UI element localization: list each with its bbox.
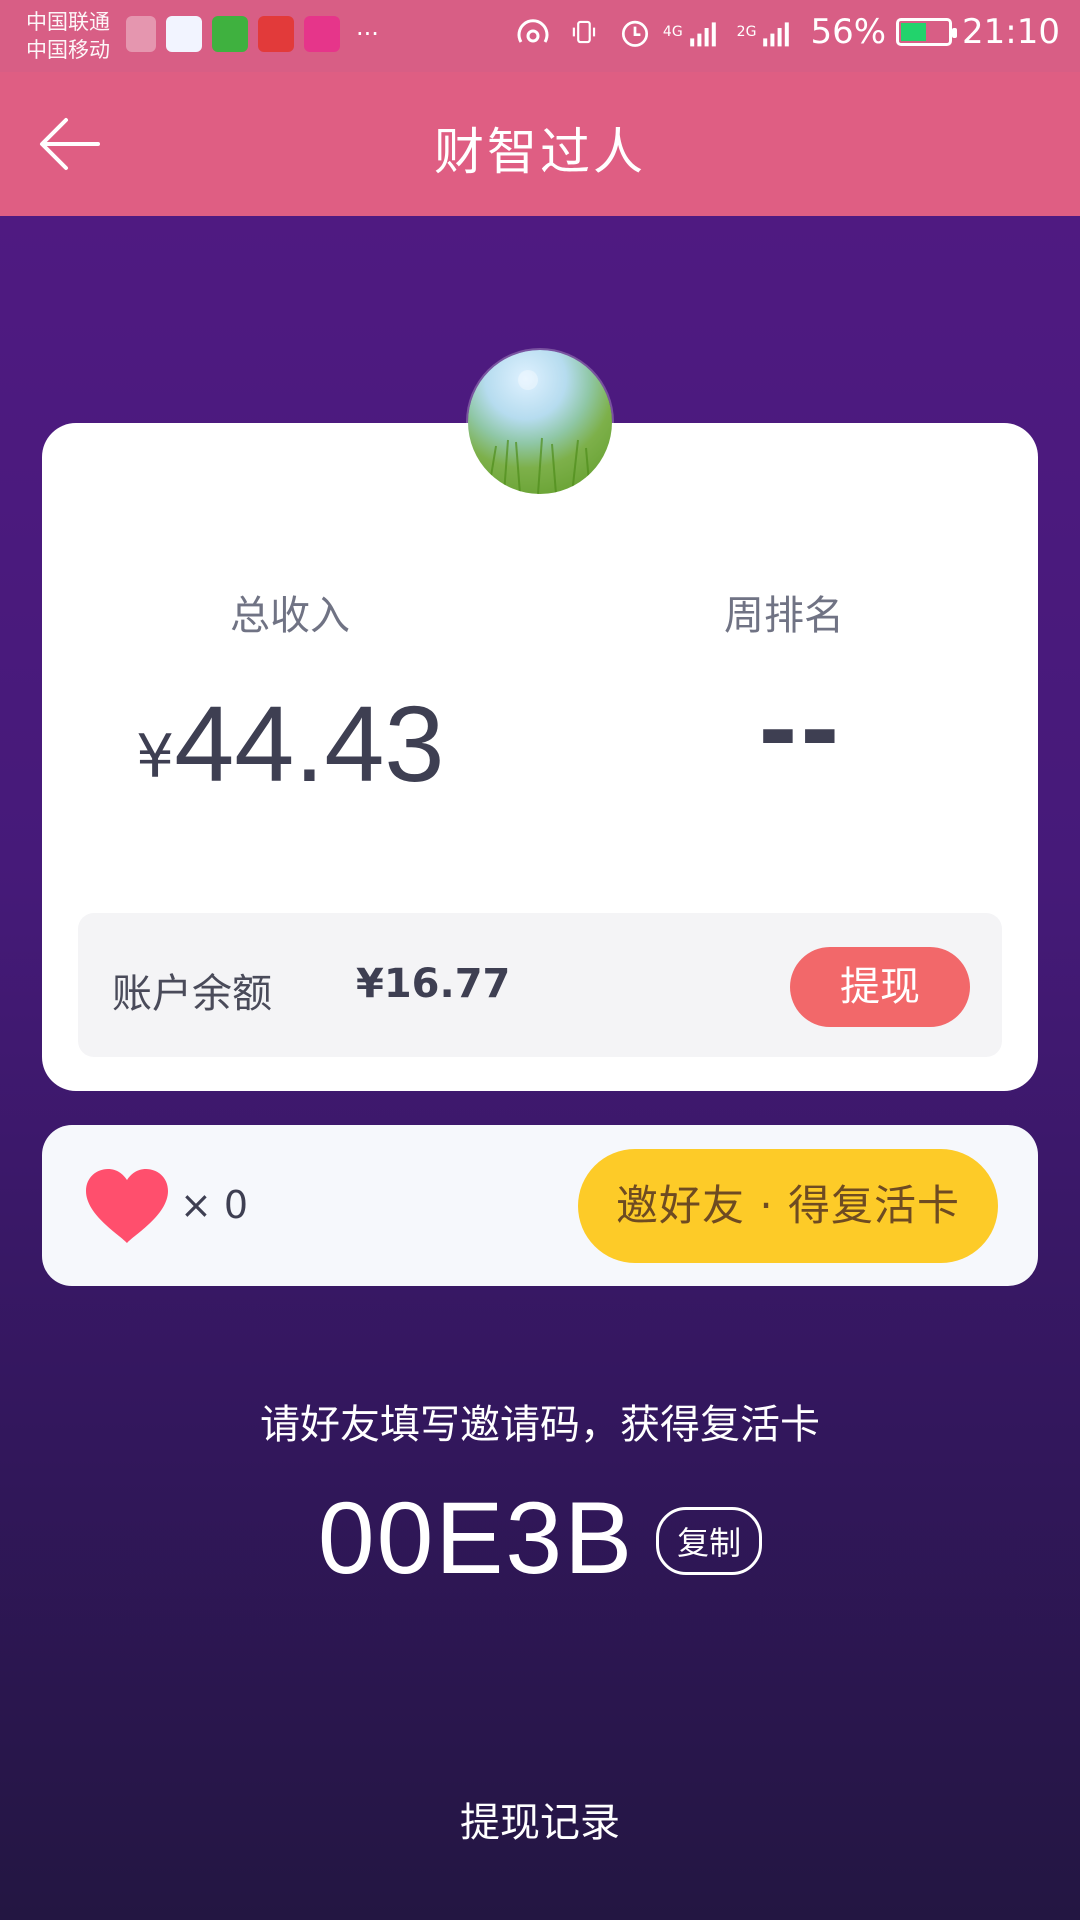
invite-code: 00E3B	[317, 1481, 635, 1595]
invite-code-row: 00E3B 复制	[0, 1480, 1080, 1597]
carrier-1: 中国联通	[26, 10, 110, 34]
weather-icon	[126, 16, 156, 52]
alarm-icon	[621, 20, 648, 47]
network-type-1: 4G	[662, 24, 683, 40]
iqiyi-app-icon	[212, 16, 248, 52]
invite-friends-button[interactable]: 邀好友 · 得复活卡	[578, 1149, 998, 1263]
heart-icon	[86, 1169, 168, 1243]
hotspot-icon	[517, 19, 549, 43]
earnings-card: 总收入 周排名 ¥44.43 -- 账户余额 ¥16.77 提现	[42, 423, 1038, 1091]
withdraw-button[interactable]: 提现	[790, 947, 970, 1027]
copy-button[interactable]: 复制	[656, 1506, 763, 1575]
invite-hint: 请好友填写邀请码，获得复活卡	[260, 1402, 820, 1448]
carrier-info: 中国联通 中国移动	[26, 8, 110, 64]
currency-symbol: ¥	[136, 722, 175, 792]
weekly-rank-label: 周排名	[724, 593, 844, 639]
clock: 21:10	[962, 12, 1060, 52]
more-notifications-icon: ···	[356, 20, 379, 48]
page-title: 财智过人	[434, 123, 646, 181]
total-income-label: 总收入	[230, 593, 350, 639]
battery-level	[901, 23, 927, 41]
battery-icon	[896, 18, 958, 46]
total-income-value: ¥44.43	[136, 681, 444, 806]
balance-label: 账户余额	[112, 971, 272, 1017]
battery-percent: 56%	[810, 12, 887, 52]
status-bar: 中国联通 中国移动 ··· 4G 2G 56% 21:10	[0, 0, 1080, 72]
lives-card: × 0 邀好友 · 得复活卡	[42, 1125, 1038, 1286]
total-income-amount: 44.43	[174, 683, 445, 804]
signal-2-icon	[763, 22, 790, 47]
system-indicators: 4G 2G 56% 21:10	[511, 12, 1060, 52]
withdraw-record-link[interactable]: 提现记录	[0, 1790, 1080, 1848]
news-app-icon	[258, 16, 294, 52]
balance-amount: ¥16.77	[356, 961, 511, 1007]
carrier-2: 中国移动	[26, 38, 110, 62]
revive-card-count: × 0	[180, 1183, 249, 1227]
network-type-2: 2G	[736, 24, 757, 40]
avatar-grass-image	[487, 370, 591, 494]
weekly-rank-value: --	[758, 675, 842, 787]
signal-1-icon	[689, 22, 716, 47]
video-app-icon	[166, 16, 202, 52]
shopping-app-icon	[304, 16, 340, 52]
vibrate-icon	[572, 20, 596, 44]
app-bar: 财智过人	[0, 72, 1080, 216]
notification-icons: ···	[126, 16, 379, 52]
avatar	[468, 350, 612, 494]
balance-panel: 账户余额 ¥16.77 提现	[78, 913, 1002, 1057]
